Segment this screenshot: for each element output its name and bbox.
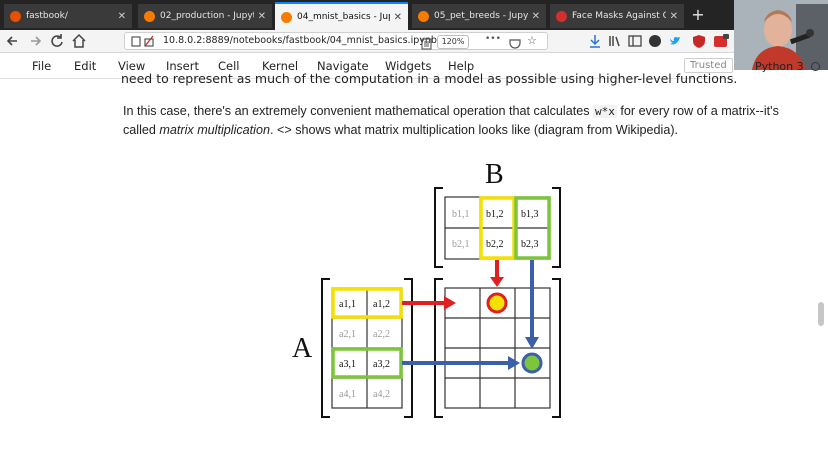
tab-face-masks[interactable]: Face Masks Against COVID ✕ [550,4,684,28]
matrix-b-label: B [485,159,504,190]
matrix-multiplication-diagram: B b1,1 b1,2 b1,3 b2,1 b2,2 b2,3 A a1,1 a… [292,159,561,418]
matrix-b-cell: b1,1 [452,209,470,220]
page-actions-icon[interactable]: ••• [485,34,501,44]
matrix-a-cell: a4,2 [373,389,390,400]
matrix-b-cell: b2,2 [486,239,504,250]
url-bar[interactable]: 10.8.0.2:8889/notebooks/fastbook/04_mnis… [124,32,548,50]
new-tab-button[interactable]: + [688,4,708,26]
jupyter-favicon-icon [10,10,21,22]
matrix-a-cell: a1,1 [339,299,356,310]
result-c12-marker [486,292,508,314]
tab-close-icon[interactable]: ✕ [394,12,402,23]
matrix-b-cell: b2,3 [521,239,539,250]
matrix-a-cell: a1,2 [373,299,390,310]
forward-arrow-icon[interactable] [26,32,44,50]
tab-close-icon[interactable]: ✕ [258,11,266,22]
extension-github-icon[interactable] [646,32,664,50]
menubar-overlap-mask [0,53,734,77]
tab-close-icon[interactable]: ✕ [532,11,540,22]
library-icon[interactable] [606,32,624,50]
matrix-a-cell: a4,1 [339,389,356,400]
tab-close-icon[interactable]: ✕ [670,11,678,22]
zoom-level-button[interactable]: 120% [437,35,469,49]
extension-badge-icon[interactable] [712,32,730,50]
trusted-badge[interactable]: Trusted [684,58,733,73]
kernel-name: Python 3 [755,60,804,73]
browser-tab-strip: fastbook/ ✕ 02_production - Jupyter N ✕ … [0,0,828,30]
matrix-a-label: A [292,333,313,364]
reload-icon[interactable] [48,32,66,50]
matrix-a-cell: a3,2 [373,359,390,370]
jupyter-favicon-icon [144,10,155,22]
sidebar-icon[interactable] [626,32,644,50]
tab-05-pet-breeds[interactable]: 05_pet_breeds - Jupyter N ✕ [412,4,546,28]
tab-label: fastbook/ [26,11,68,21]
page-info-icon[interactable] [129,33,159,49]
kernel-indicator[interactable]: Python 3 [755,60,821,73]
matrix-a-cell: a3,1 [339,359,356,370]
para-text-1: In this case, there's an extremely conve… [123,104,594,118]
site-favicon-icon [556,10,567,22]
tab-04-mnist-basics[interactable]: 04_mnist_basics - Jupyter N ✕ [275,2,408,30]
tab-fastbook[interactable]: fastbook/ ✕ [4,4,132,28]
emphasis-text: matrix multiplication [159,123,270,137]
inline-code: w*x [593,105,617,118]
extension-shield-icon[interactable] [690,32,708,50]
markdown-paragraph: In this case, there's an extremely conve… [123,102,803,140]
matrix-a: a1,1 a1,2 a2,1 a2,2 a3,1 a3,2 a4,1 a4,2 [321,278,413,418]
result-c33-marker [521,352,543,374]
back-arrow-icon[interactable] [4,32,22,50]
tab-label: 05_pet_breeds - Jupyter N [434,11,528,21]
reader-view-icon[interactable] [421,35,433,54]
tab-label: 04_mnist_basics - Jupyter N [297,12,390,22]
matrix-b-cell: b2,1 [452,239,470,250]
downloads-icon[interactable] [586,32,604,50]
tab-close-icon[interactable]: ✕ [118,11,126,22]
matrix-b: b1,1 b1,2 b1,3 b2,1 b2,2 b2,3 [434,187,561,268]
para-text-3: . <> shows what matrix multiplication lo… [269,123,679,137]
bookmark-star-icon[interactable]: ☆ [527,34,537,47]
home-icon[interactable] [70,32,88,50]
url-text: 10.8.0.2:8889/notebooks/fastbook/04_mnis… [163,35,437,46]
matrix-a-cell: a2,1 [339,329,356,340]
result-matrix [434,278,561,418]
jupyter-favicon-icon [418,10,429,22]
tab-label: Face Masks Against COVID [572,11,666,21]
tab-label: 02_production - Jupyter N [160,11,254,21]
matrix-a-cell: a2,2 [373,329,390,340]
browser-nav-bar: 10.8.0.2:8889/notebooks/fastbook/04_mnis… [0,30,734,53]
tab-02-production[interactable]: 02_production - Jupyter N ✕ [138,4,272,28]
pocket-icon[interactable] [509,35,521,54]
matrix-b-cell: b1,2 [486,209,504,220]
matrix-b-cell: b1,3 [521,209,539,220]
extension-twitter-icon[interactable] [666,32,684,50]
kernel-idle-icon [811,62,821,71]
jupyter-favicon-icon [281,11,292,23]
page-scrollbar-thumb[interactable] [818,302,824,326]
